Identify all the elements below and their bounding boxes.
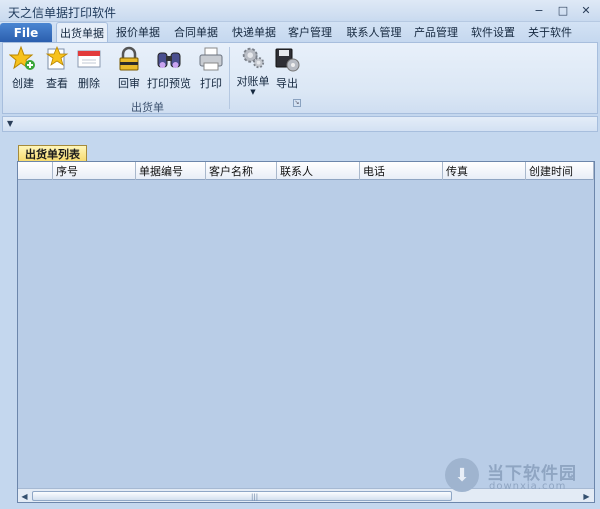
create-button[interactable]: 创建 bbox=[7, 45, 39, 95]
quick-access-toolbar: ▼ bbox=[2, 116, 598, 132]
ribbon-group-outbound: 创建 查看 删除 回审 打印预览 打印 对账单 ▼ 导出 出货单 ↘ bbox=[3, 43, 305, 114]
tab-customer[interactable]: 客户管理 bbox=[284, 22, 336, 42]
grid-header: 序号 单据编号 客户名称 联系人 电话 传真 创建时间 bbox=[18, 162, 594, 180]
statement-button[interactable]: 对账单 ▼ bbox=[233, 45, 273, 96]
scroll-left-icon[interactable]: ◀ bbox=[18, 490, 31, 502]
document-view-icon bbox=[45, 45, 69, 70]
window-title: 天之信单据打印软件 bbox=[8, 6, 117, 20]
lock-icon bbox=[119, 46, 139, 71]
grip-icon: ||| bbox=[251, 493, 259, 501]
view-label: 查看 bbox=[46, 77, 68, 90]
review-button[interactable]: 回审 bbox=[113, 45, 145, 95]
file-menu-button[interactable]: File bbox=[0, 23, 52, 42]
download-arrow-icon: ⬇ bbox=[445, 458, 479, 492]
tab-express[interactable]: 快递单据 bbox=[228, 22, 280, 42]
gears-icon bbox=[242, 47, 265, 69]
column-header-created[interactable]: 创建时间 bbox=[526, 162, 594, 180]
tab-contract[interactable]: 合同单据 bbox=[170, 22, 222, 42]
tab-products[interactable]: 产品管理 bbox=[410, 22, 462, 42]
column-header-customer[interactable]: 客户名称 bbox=[206, 162, 277, 180]
export-disk-icon bbox=[275, 48, 300, 72]
tab-about[interactable]: 关于软件 bbox=[524, 22, 576, 42]
printer-icon bbox=[199, 47, 223, 71]
print-preview-button[interactable]: 打印预览 bbox=[147, 45, 191, 95]
tab-quotation[interactable]: 报价单据 bbox=[112, 22, 164, 42]
star-create-icon bbox=[9, 45, 35, 70]
print-button[interactable]: 打印 bbox=[195, 45, 227, 95]
customize-dropdown-icon[interactable]: ▼ bbox=[7, 119, 13, 128]
tab-outbound[interactable]: 出货单据 bbox=[56, 22, 108, 43]
export-label: 导出 bbox=[276, 77, 298, 90]
document-tab-outbound-list[interactable]: 出货单列表 bbox=[18, 145, 87, 162]
scrollbar-thumb[interactable]: ||| bbox=[32, 491, 452, 501]
column-header-doc-no[interactable]: 单据编号 bbox=[136, 162, 206, 180]
chevron-down-icon: ▼ bbox=[250, 88, 256, 96]
delete-label: 删除 bbox=[78, 77, 100, 90]
view-button[interactable]: 查看 bbox=[41, 45, 73, 95]
maximize-button[interactable]: □ bbox=[554, 2, 572, 18]
watermark-url: downxia.com bbox=[489, 481, 567, 492]
tab-contacts[interactable]: 联系人管理 bbox=[342, 22, 406, 42]
group-divider bbox=[229, 47, 230, 109]
column-header-index[interactable]: 序号 bbox=[53, 162, 136, 180]
statement-label: 对账单 bbox=[236, 75, 270, 88]
print-label: 打印 bbox=[200, 77, 222, 90]
outbound-list-grid: 序号 单据编号 客户名称 联系人 电话 传真 创建时间 ◀ ||| ▶ bbox=[17, 161, 595, 503]
column-header-phone[interactable]: 电话 bbox=[360, 162, 443, 180]
ribbon-tab-strip: File 出货单据 报价单据 合同单据 快递单据 客户管理 联系人管理 产品管理… bbox=[0, 22, 600, 43]
print-preview-label: 打印预览 bbox=[147, 77, 191, 90]
minimize-button[interactable]: − bbox=[530, 2, 548, 18]
delete-icon bbox=[77, 50, 101, 68]
column-header-fax[interactable]: 传真 bbox=[443, 162, 526, 180]
close-button[interactable]: ✕ bbox=[577, 2, 595, 18]
title-bar: 天之信单据打印软件 − □ ✕ bbox=[0, 0, 600, 22]
group-launcher-icon[interactable]: ↘ bbox=[293, 99, 301, 107]
review-label: 回审 bbox=[118, 77, 140, 90]
ribbon-panel: 创建 查看 删除 回审 打印预览 打印 对账单 ▼ 导出 出货单 ↘ bbox=[2, 42, 598, 114]
watermark: ⬇ 当下软件园 downxia.com bbox=[445, 458, 587, 498]
column-header-selector[interactable] bbox=[18, 162, 53, 180]
tab-settings[interactable]: 软件设置 bbox=[467, 22, 519, 42]
delete-button[interactable]: 删除 bbox=[73, 45, 105, 95]
column-header-contact[interactable]: 联系人 bbox=[277, 162, 360, 180]
create-label: 创建 bbox=[12, 77, 34, 90]
binoculars-icon bbox=[157, 52, 181, 68]
export-button[interactable]: 导出 bbox=[271, 45, 303, 95]
group-label-outbound: 出货单 bbox=[131, 101, 164, 114]
